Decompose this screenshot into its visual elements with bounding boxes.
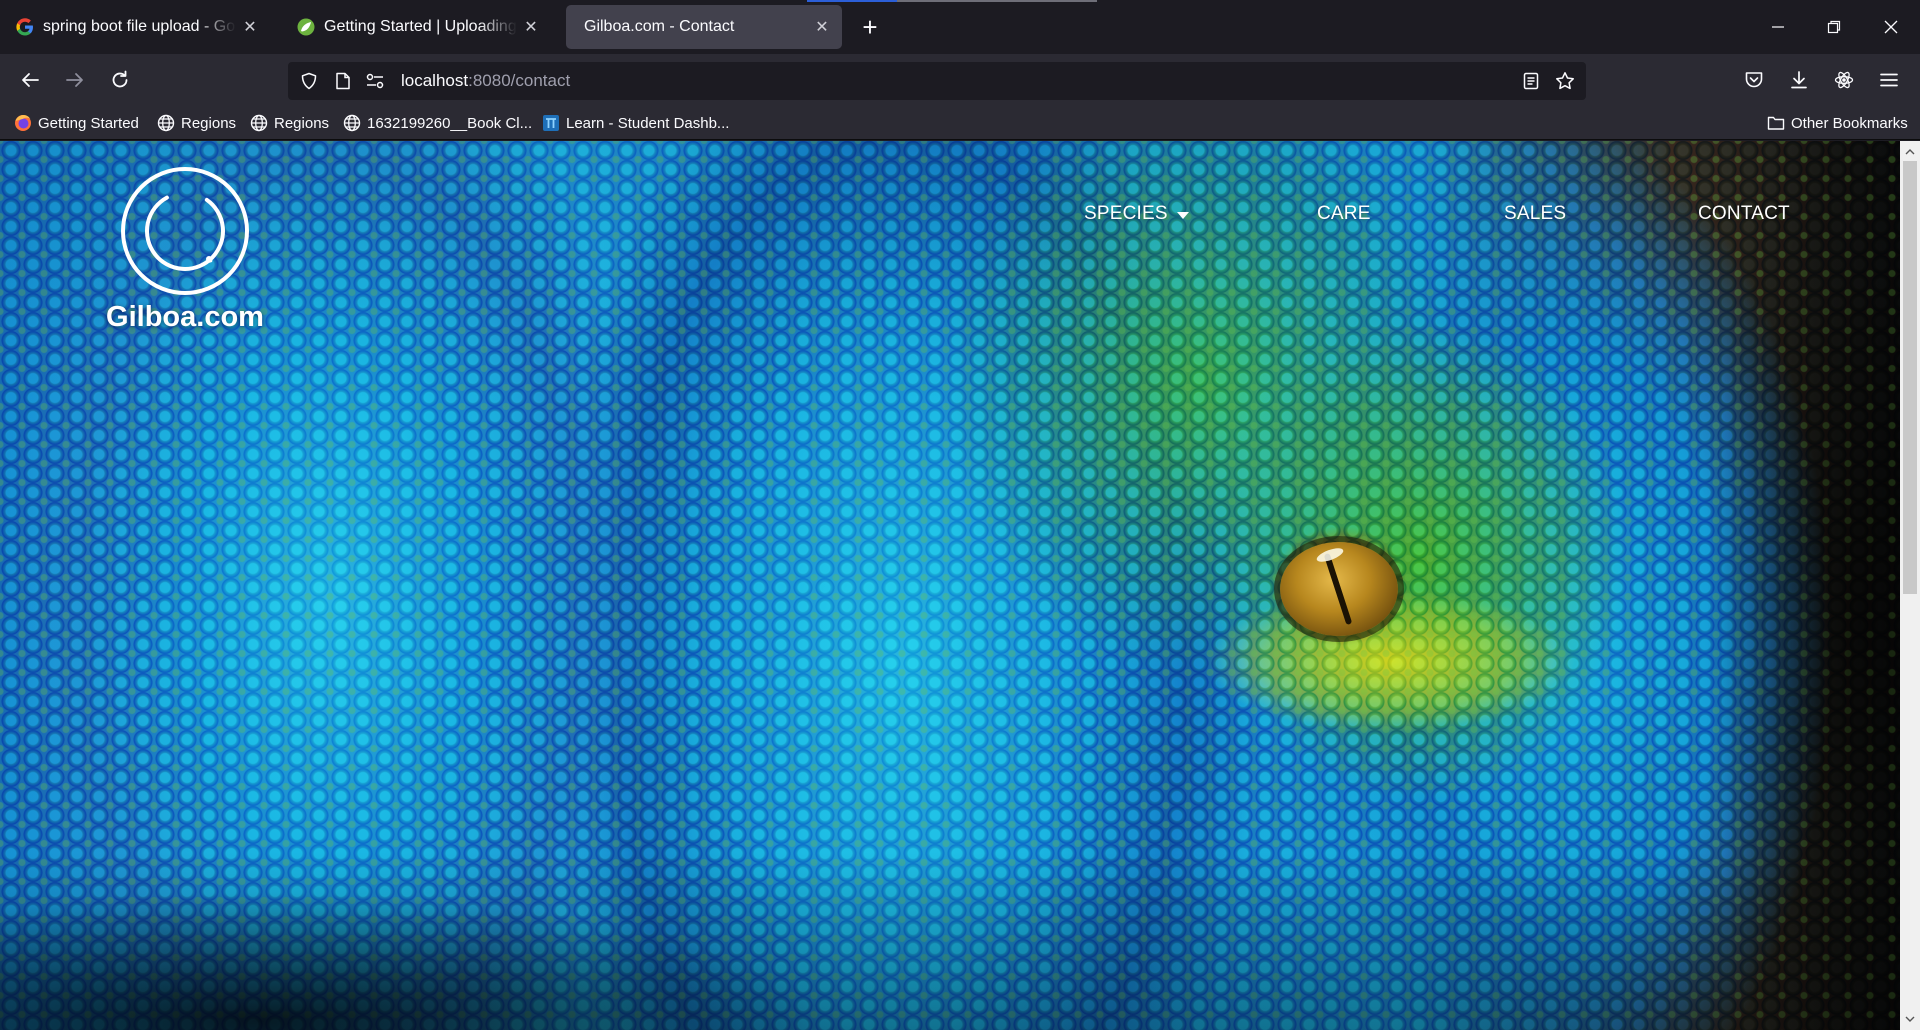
pocket-button[interactable]: [1736, 62, 1772, 98]
navigation-toolbar: localhost:8080/contact: [0, 54, 1920, 106]
vertical-scrollbar[interactable]: [1900, 141, 1920, 1030]
site-permissions-icon[interactable]: [360, 66, 390, 96]
bookmark-learn-dashboard[interactable]: Learn - Student Dashb...: [542, 112, 729, 134]
tab-strip: spring boot file upload - Google ✕ Getti…: [0, 0, 1920, 54]
google-icon: [15, 17, 35, 37]
spring-leaf-icon: [296, 17, 316, 37]
minimize-button[interactable]: [1758, 10, 1798, 44]
bookmark-label: Regions: [181, 114, 237, 132]
react-atom-icon: [1834, 71, 1854, 89]
bookmarks-toolbar: Getting Started Regions Regions 16321992…: [0, 106, 1920, 140]
bookmark-regions-2[interactable]: Regions: [250, 112, 329, 134]
tab-title: Gilboa.com - Contact: [584, 18, 735, 35]
nav-sales[interactable]: SALES: [1504, 203, 1566, 225]
bookmark-label: 1632199260__Book Cl...: [367, 114, 533, 132]
globe-icon: [250, 114, 268, 132]
bookmark-label: Getting Started: [38, 114, 139, 132]
dropdown-caret-icon: [1176, 211, 1189, 219]
page-info-icon[interactable]: [328, 66, 358, 96]
back-button[interactable]: [12, 62, 48, 98]
close-tab-icon[interactable]: ✕: [812, 17, 832, 37]
url-path: :8080/contact: [468, 71, 571, 90]
site-navigation: SPECIES CARE SALES CONTACT: [0, 203, 1900, 233]
hero-shading: [0, 141, 1900, 1030]
tab-title: Getting Started | Uploading Files: [324, 18, 517, 35]
tab-google-search[interactable]: spring boot file upload - Google ✕: [5, 5, 270, 49]
nav-species[interactable]: SPECIES: [1084, 203, 1189, 225]
nav-care[interactable]: CARE: [1317, 203, 1371, 225]
site-logo[interactable]: Gilboa.com: [106, 167, 264, 334]
nav-species-label: SPECIES: [1084, 203, 1168, 224]
page-viewport: Gilboa.com SPECIES CARE SALES CONTACT: [0, 141, 1900, 1030]
url-text[interactable]: localhost:8080/contact: [401, 71, 570, 91]
forward-button[interactable]: [57, 62, 93, 98]
scrollbar-thumb[interactable]: [1903, 161, 1917, 594]
bookmark-label: Learn - Student Dashb...: [566, 114, 730, 132]
bookmark-book-club[interactable]: 1632199260__Book Cl...: [343, 112, 532, 134]
nav-sales-label: SALES: [1504, 203, 1567, 224]
reader-view-icon[interactable]: [1516, 66, 1546, 96]
folder-icon: [1767, 114, 1785, 132]
restore-button[interactable]: [1814, 10, 1854, 44]
reload-icon: [112, 70, 128, 88]
snake-eye: [1280, 542, 1398, 636]
tracking-protection-shield-icon[interactable]: [294, 66, 324, 96]
globe-icon: [343, 114, 361, 132]
tab-progress-indicator: [807, 0, 897, 2]
bookmark-star-icon[interactable]: [1550, 66, 1580, 96]
tab-title: spring boot file upload - Google: [43, 18, 236, 35]
nav-contact-label: CONTACT: [1698, 203, 1790, 224]
bookmark-label: Regions: [274, 114, 330, 132]
scroll-down-arrow-icon[interactable]: [1900, 1010, 1920, 1028]
learn-icon: [542, 114, 560, 132]
tab-progress-track: [897, 0, 1097, 2]
app-menu-button[interactable]: [1871, 62, 1907, 98]
other-bookmarks[interactable]: Other Bookmarks: [1767, 112, 1908, 134]
close-tab-icon[interactable]: ✕: [240, 17, 260, 37]
downloads-button[interactable]: [1781, 62, 1817, 98]
url-host: localhost: [401, 71, 469, 90]
firefox-icon: [14, 114, 32, 132]
nav-care-label: CARE: [1317, 203, 1371, 224]
other-bookmarks-label: Other Bookmarks: [1791, 114, 1908, 132]
close-window-button[interactable]: [1871, 10, 1911, 44]
bookmark-regions-1[interactable]: Regions: [157, 112, 236, 134]
logo-text: Gilboa.com: [106, 301, 264, 333]
tab-gilboa-contact[interactable]: Gilboa.com - Contact ✕: [566, 5, 842, 49]
scroll-up-arrow-icon[interactable]: [1900, 143, 1920, 161]
new-tab-button[interactable]: +: [855, 12, 885, 42]
pocket-icon: [1745, 72, 1763, 88]
hamburger-menu-icon: [1880, 73, 1898, 87]
close-tab-icon[interactable]: ✕: [521, 17, 541, 37]
nav-contact[interactable]: CONTACT: [1698, 203, 1790, 225]
snake-pupil: [1323, 552, 1353, 626]
extensions-button[interactable]: [1826, 62, 1862, 98]
download-icon: [1791, 71, 1807, 89]
forward-arrow-icon: [66, 73, 83, 87]
tab-spring-guide[interactable]: Getting Started | Uploading Files ✕: [286, 5, 551, 49]
back-arrow-icon: [22, 73, 39, 87]
reload-button[interactable]: [102, 62, 138, 98]
url-bar[interactable]: localhost:8080/contact: [288, 62, 1586, 100]
bookmark-getting-started[interactable]: Getting Started: [14, 112, 139, 134]
globe-icon: [157, 114, 175, 132]
